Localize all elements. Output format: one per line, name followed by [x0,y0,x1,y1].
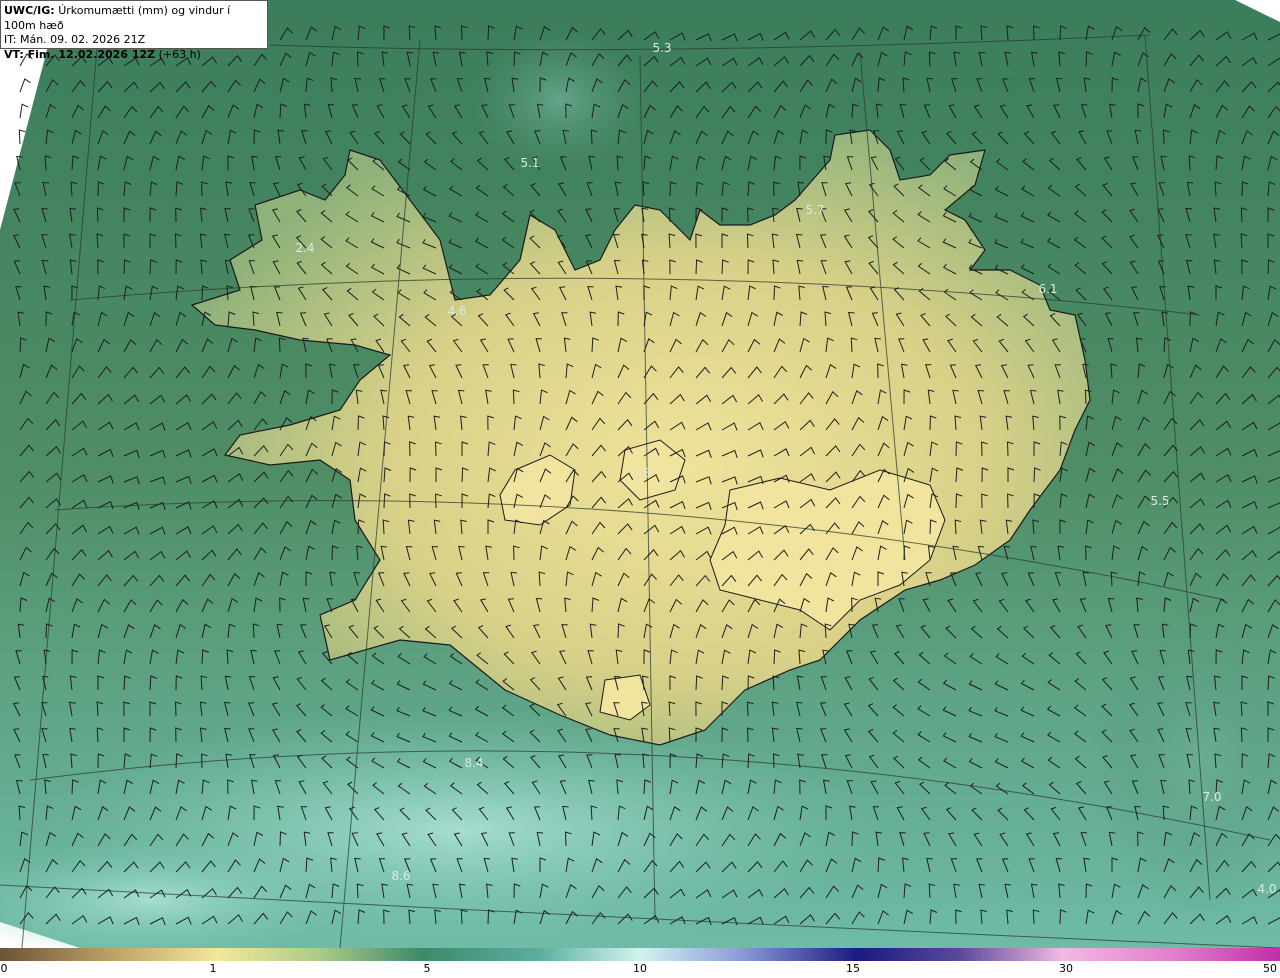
tick-15: 15 [846,962,860,975]
value-label-84: 8.4 [464,756,483,770]
value-label-86: 8.6 [391,869,410,883]
value-label-24: 2.4 [295,241,314,255]
info-box: UWC/IG: Úrkomumætti (mm) og vindur í 100… [0,0,268,61]
value-label-08: 0.8 [631,466,650,480]
lead-time: (+63 h) [158,47,201,61]
value-label-57: 5.7 [805,203,824,217]
valid-time-line: VT: Fim. 12.02.2026 12Z (+63 h) [4,48,264,63]
value-label-40: 4.0 [1257,882,1276,896]
value-label-55: 5.5 [1150,494,1169,508]
title-line: UWC/IG: Úrkomumætti (mm) og vindur í 100… [4,4,264,33]
tick-30: 30 [1059,962,1073,975]
value-label-70: 7.0 [1202,790,1221,804]
valid-time: VT: Fim. 12.02.2026 12Z [4,47,156,61]
precipitation-map: 5.3 5.1 5.7 6.1 2.4 4.6 5.5 8.4 7.0 8.6 … [0,0,1280,948]
tick-5: 5 [423,962,431,975]
value-label-51: 5.1 [520,156,539,170]
tick-50: 50 [1263,962,1277,975]
colorbar-ticks: 0 1 5 10 15 30 50 [0,962,1280,978]
init-label: IT: [4,33,17,46]
colorbar [0,948,1280,961]
init-time: Mán. 09. 02. 2026 21Z [19,33,146,46]
tick-0: 0 [0,962,8,975]
tick-1: 1 [209,962,217,975]
value-label-61: 6.1 [1038,282,1057,296]
value-label-46: 4.6 [447,304,466,318]
product-name: UWC/IG: [4,4,55,17]
init-time-line: IT: Mán. 09. 02. 2026 21Z [4,33,264,48]
value-label-53: 5.3 [652,41,671,55]
tick-10: 10 [633,962,647,975]
north-wet-area [470,30,650,170]
